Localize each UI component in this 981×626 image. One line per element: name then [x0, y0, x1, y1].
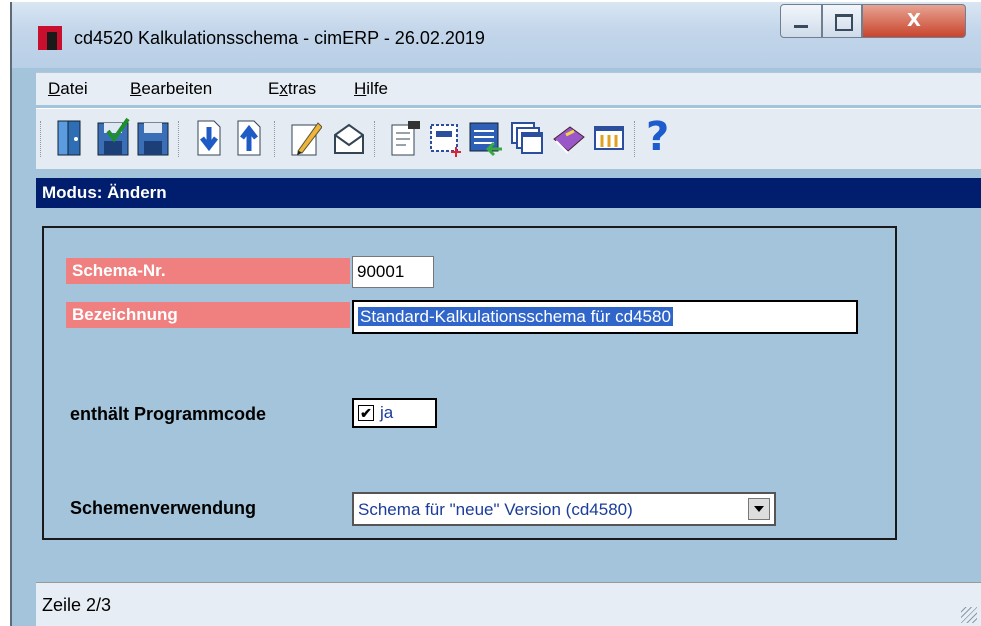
- menu-bar: Datei Bearbeiten Extras Hilfe: [36, 72, 981, 105]
- menu-extras[interactable]: Extras: [268, 79, 316, 99]
- app-logo-icon: [38, 26, 62, 50]
- menu-datei-label: atei: [60, 79, 88, 98]
- mail-icon[interactable]: [332, 117, 366, 159]
- menu-hilfe-label: ilfe: [366, 79, 389, 98]
- dropdown-arrow-icon[interactable]: [748, 498, 770, 520]
- save-icon[interactable]: [136, 117, 170, 159]
- window-title: cd4520 Kalkulationsschema - cimERP - 26.…: [74, 28, 485, 48]
- programmcode-check-field: ✔ ja: [352, 398, 437, 428]
- arrow-up-icon[interactable]: [232, 117, 266, 159]
- windows-icon[interactable]: [510, 117, 544, 159]
- toolbar-separator: [40, 121, 44, 157]
- bezeichnung-field[interactable]: Standard-Kalkulationsschema für cd4580: [352, 300, 858, 334]
- menu-extras-access-key: x: [279, 79, 288, 98]
- schema-nr-field[interactable]: 90001: [352, 256, 434, 288]
- menu-datei[interactable]: Datei: [48, 79, 88, 99]
- menu-hilfe-access-key: H: [354, 79, 367, 98]
- menu-datei-access-key: D: [48, 79, 61, 98]
- schemenverwendung-label: Schemenverwendung: [70, 498, 257, 518]
- toolbar: ?: [36, 108, 981, 169]
- minimize-button[interactable]: [780, 4, 822, 38]
- close-button[interactable]: X: [862, 4, 966, 38]
- menu-bearbeiten[interactable]: Bearbeiten: [130, 79, 212, 99]
- programmcode-label: enthält Programmcode: [70, 404, 267, 424]
- new-field-icon[interactable]: [428, 117, 462, 159]
- menu-extras-prefix: E: [268, 79, 280, 98]
- list-transfer-icon[interactable]: [468, 117, 502, 159]
- edit-pencil-icon[interactable]: [288, 117, 322, 159]
- status-bar: Zeile 2/3: [36, 582, 981, 626]
- toolbar-separator: [274, 121, 278, 157]
- menu-bearbeiten-label: earbeiten: [141, 79, 213, 98]
- menu-bearbeiten-access-key: B: [130, 79, 142, 98]
- toolbar-separator: [374, 121, 378, 157]
- schema-nr-label: Schema-Nr.: [66, 258, 350, 284]
- programmcode-option-label: ja: [380, 403, 394, 422]
- title-bar[interactable]: cd4520 Kalkulationsschema - cimERP - 26.…: [12, 2, 981, 68]
- help-icon[interactable]: ?: [646, 117, 680, 159]
- schemenverwendung-value: Schema für "neue" Version (cd4580): [358, 500, 633, 519]
- schemenverwendung-select[interactable]: Schema für "neue" Version (cd4580): [352, 492, 776, 526]
- save-checked-icon[interactable]: [96, 117, 130, 159]
- bezeichnung-value: Standard-Kalkulationsschema für cd4580: [358, 307, 673, 326]
- book-icon[interactable]: [552, 117, 586, 159]
- exit-door-icon[interactable]: [54, 117, 88, 159]
- toolbar-separator: [634, 121, 638, 157]
- status-text: Zeile 2/3: [42, 595, 112, 615]
- app-window: cd4520 Kalkulationsschema - cimERP - 26.…: [10, 2, 981, 626]
- arrow-down-icon[interactable]: [192, 117, 226, 159]
- toolbar-separator: [178, 121, 182, 157]
- programmcode-checkbox[interactable]: ✔: [358, 405, 374, 421]
- bezeichnung-label: Bezeichnung: [66, 302, 350, 328]
- grid-icon[interactable]: [592, 117, 626, 159]
- mode-bar: Modus: Ändern: [36, 178, 981, 208]
- form-icon[interactable]: [388, 117, 422, 159]
- resize-grip-icon[interactable]: [961, 607, 977, 623]
- menu-extras-label: tras: [287, 79, 317, 98]
- menu-hilfe[interactable]: Hilfe: [354, 79, 388, 99]
- maximize-button[interactable]: [822, 4, 862, 38]
